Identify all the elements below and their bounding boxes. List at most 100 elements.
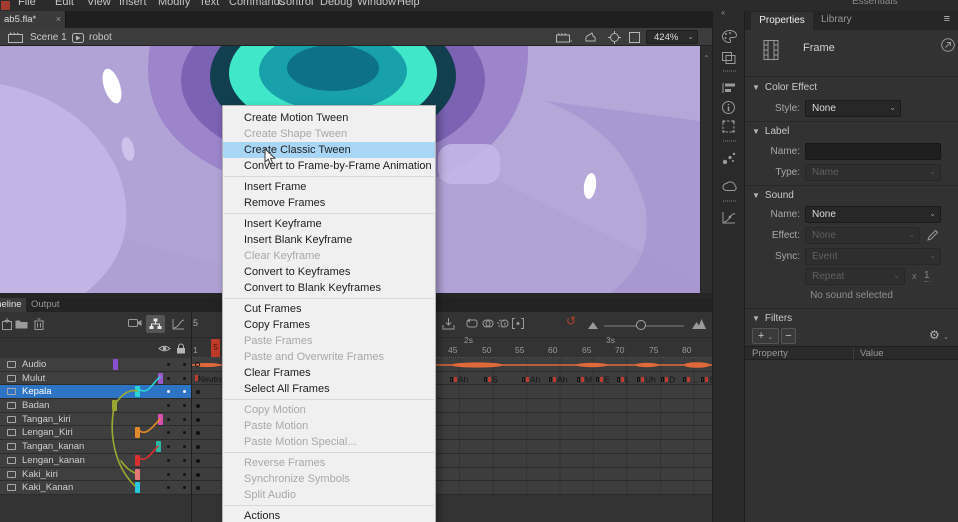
timeline-zoom-slider-knob[interactable] bbox=[636, 320, 646, 330]
mouth-keyframe-label[interactable]: Ah bbox=[450, 374, 468, 384]
layer-lock-dot[interactable] bbox=[183, 377, 186, 380]
menu-modify[interactable]: Modify bbox=[158, 0, 190, 8]
tab-library[interactable]: Library bbox=[821, 14, 852, 25]
layer-lock-dot[interactable] bbox=[183, 445, 186, 448]
keyframe-dot[interactable] bbox=[196, 390, 200, 394]
menu-item-create-motion-tween[interactable]: Create Motion Tween bbox=[223, 110, 435, 126]
layer-row-lengan-kiri[interactable]: Lengan_Kiri bbox=[0, 426, 192, 440]
reset-timeline-zoom-icon[interactable]: ↺ bbox=[566, 314, 576, 328]
menu-text[interactable]: Text bbox=[199, 0, 219, 8]
layer-parent-swatch[interactable] bbox=[135, 482, 140, 493]
keyframe-dot[interactable] bbox=[196, 445, 200, 449]
close-icon[interactable]: × bbox=[56, 14, 61, 24]
mouth-keyframe-label[interactable]: Ah bbox=[549, 374, 567, 384]
sound-name-dropdown[interactable]: None⌄ bbox=[805, 206, 941, 223]
layer-lock-dot[interactable] bbox=[183, 363, 186, 366]
layer-parent-swatch[interactable] bbox=[135, 455, 140, 466]
color-palette-icon[interactable] bbox=[722, 30, 737, 43]
creative-cloud-icon[interactable] bbox=[722, 180, 738, 192]
layer-visibility-dot[interactable] bbox=[167, 418, 170, 421]
menu-item-insert-keyframe[interactable]: Insert Keyframe bbox=[223, 216, 435, 232]
keyframe-dot[interactable] bbox=[196, 473, 200, 477]
layer-row-kepala-selected[interactable]: Kepala bbox=[0, 385, 192, 399]
lock-icon[interactable] bbox=[176, 343, 186, 354]
layer-parent-swatch[interactable] bbox=[156, 441, 161, 452]
section-filters[interactable]: ▼Filters bbox=[752, 313, 792, 324]
layer-visibility-dot[interactable] bbox=[167, 363, 170, 366]
layer-visibility-dot[interactable] bbox=[167, 445, 170, 448]
add-filter-button[interactable]: + ⌄ bbox=[752, 328, 779, 344]
layer-parent-swatch[interactable] bbox=[158, 414, 163, 425]
onion-skin-outline-icon[interactable] bbox=[497, 318, 509, 329]
menu-window[interactable]: Window bbox=[357, 0, 396, 8]
edit-scene-icon[interactable] bbox=[556, 33, 572, 43]
keyframe-dot[interactable] bbox=[196, 418, 200, 422]
section-color-effect[interactable]: ▼Color Effect bbox=[752, 82, 817, 93]
layer-visibility-dot[interactable] bbox=[167, 404, 170, 407]
onion-skin-icon[interactable] bbox=[482, 318, 494, 329]
delete-layer-trash-icon[interactable] bbox=[34, 318, 44, 330]
layer-row-kaki-kanan[interactable]: Kaki_Kanan bbox=[0, 481, 192, 495]
menu-control[interactable]: Control bbox=[278, 0, 313, 8]
layer-parent-swatch[interactable] bbox=[135, 469, 140, 480]
visibility-eye-icon[interactable] bbox=[158, 344, 171, 353]
layer-row-tangan-kanan[interactable]: Tangan_kanan bbox=[0, 440, 192, 454]
layer-parenting-toggle[interactable] bbox=[146, 315, 165, 333]
tab-properties[interactable]: Properties bbox=[751, 12, 813, 30]
export-frames-icon[interactable] bbox=[442, 318, 455, 330]
document-tab[interactable]: ab5.fla* × bbox=[0, 11, 66, 28]
edit-symbols-icon[interactable] bbox=[584, 32, 598, 43]
layer-visibility-dot[interactable] bbox=[167, 431, 170, 434]
camera-icon[interactable] bbox=[128, 318, 142, 328]
align-icon[interactable] bbox=[722, 82, 736, 94]
menu-item-remove-frames[interactable]: Remove Frames bbox=[223, 195, 435, 211]
swatches-icon[interactable] bbox=[722, 52, 736, 64]
keyframe-dot[interactable] bbox=[196, 459, 200, 463]
new-folder-icon[interactable] bbox=[15, 318, 28, 329]
menu-file[interactable]: File bbox=[18, 0, 36, 8]
pin-to-stage-icon[interactable] bbox=[941, 38, 955, 52]
menu-insert[interactable]: Insert bbox=[119, 0, 147, 8]
menu-item-cut-frames[interactable]: Cut Frames bbox=[223, 301, 435, 317]
center-frame-icon[interactable] bbox=[608, 31, 621, 44]
particles-icon[interactable] bbox=[722, 152, 736, 165]
layer-visibility-dot[interactable] bbox=[167, 473, 170, 476]
layer-visibility-dot[interactable] bbox=[167, 486, 170, 489]
menu-item-convert-to-keyframes[interactable]: Convert to Keyframes bbox=[223, 264, 435, 280]
loop-frames-icon[interactable] bbox=[466, 318, 478, 329]
layer-row-tangan-kiri[interactable]: Tangan_kiri bbox=[0, 413, 192, 427]
layer-row-kaki-kiri[interactable]: Kaki_kiri bbox=[0, 468, 192, 482]
graph-editor-icon[interactable] bbox=[172, 318, 185, 330]
layer-row-lengan-kanan[interactable]: Lengan_kanan bbox=[0, 454, 192, 468]
transform-icon[interactable] bbox=[722, 120, 735, 133]
mouth-keyframe-label[interactable]: S bbox=[484, 374, 498, 384]
menu-view[interactable]: View bbox=[87, 0, 111, 8]
edit-multiple-frames-icon[interactable] bbox=[512, 318, 524, 329]
layer-lock-dot[interactable] bbox=[183, 431, 186, 434]
tab-output[interactable]: Output bbox=[31, 299, 60, 310]
breadcrumb-scene[interactable]: Scene 1 bbox=[30, 32, 67, 43]
layer-parent-swatch[interactable] bbox=[158, 373, 163, 384]
workspace-switcher[interactable]: Essentials bbox=[852, 0, 898, 7]
style-dropdown[interactable]: None⌄ bbox=[805, 100, 901, 117]
layer-visibility-dot[interactable] bbox=[167, 377, 170, 380]
menu-item-copy-frames[interactable]: Copy Frames bbox=[223, 317, 435, 333]
mouth-keyframe-label[interactable]: M bbox=[577, 374, 592, 384]
menu-commands[interactable]: Commands bbox=[229, 0, 285, 8]
layer-visibility-dot[interactable] bbox=[167, 390, 170, 393]
layer-parent-swatch[interactable] bbox=[113, 359, 118, 370]
keyframe-dot[interactable] bbox=[196, 486, 200, 490]
layer-lock-dot[interactable] bbox=[183, 459, 186, 462]
keyframe-dot[interactable] bbox=[196, 404, 200, 408]
mouth-keyframe-label[interactable]: Ah bbox=[522, 374, 540, 384]
filter-options-gear-icon[interactable]: ⚙ ⌄ bbox=[929, 328, 949, 342]
keyframe-dot[interactable] bbox=[196, 431, 200, 435]
layer-row-badan[interactable]: Badan bbox=[0, 399, 192, 413]
layer-row-mulut[interactable]: Mulut bbox=[0, 372, 192, 386]
layer-lock-dot[interactable] bbox=[183, 486, 186, 489]
edit-sound-pencil-icon[interactable] bbox=[927, 229, 939, 241]
menu-help[interactable]: Help bbox=[397, 0, 420, 8]
zoom-out-frames-icon[interactable] bbox=[588, 322, 598, 329]
layer-lock-dot[interactable] bbox=[183, 418, 186, 421]
layer-lock-dot[interactable] bbox=[183, 390, 186, 393]
